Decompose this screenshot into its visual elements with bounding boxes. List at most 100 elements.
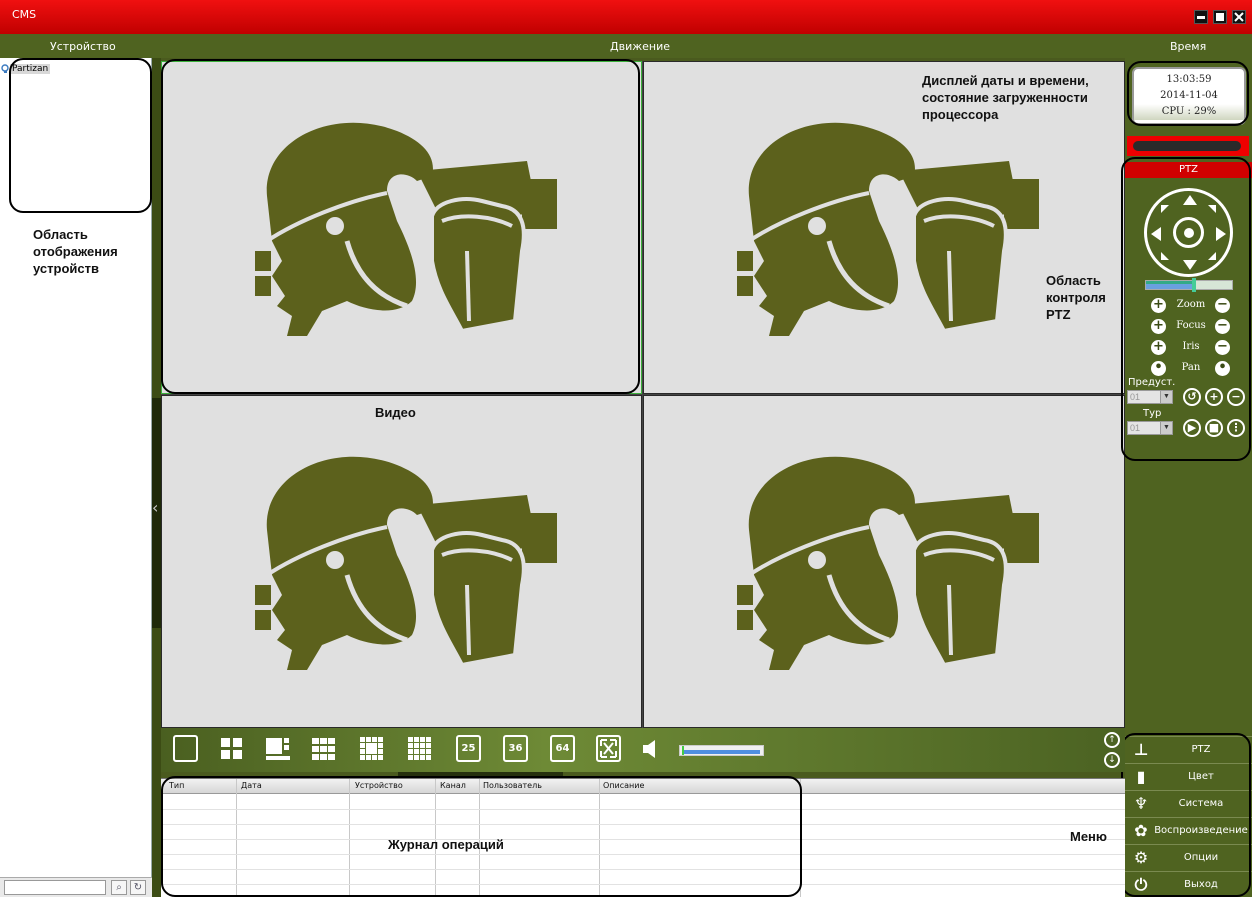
iris-row: + Iris − [1151, 338, 1231, 356]
refresh-button[interactable]: ↻ [130, 880, 146, 895]
log-column-channel[interactable]: Канал [440, 781, 466, 790]
iris-label: Iris [1182, 341, 1200, 352]
ptz-speed-slider[interactable] [1145, 278, 1233, 292]
tour-grid-button[interactable]: ⋮ [1227, 419, 1245, 437]
menu-item-system[interactable]: ♆ Система [1125, 790, 1252, 816]
log-column-description[interactable]: Описание [603, 781, 644, 790]
ptz-center-button[interactable] [1184, 228, 1194, 238]
search-button[interactable]: ⌕ [111, 880, 127, 895]
menu-item-label: Цвет [1188, 771, 1214, 782]
layout-16-button[interactable] [407, 735, 432, 762]
ptz-speed-bar[interactable] [1127, 136, 1249, 156]
grid-13-icon [360, 737, 383, 760]
close-icon [1234, 12, 1244, 22]
volume-slider[interactable] [679, 745, 764, 756]
title-bar: CMS [0, 0, 1252, 34]
menu-item-color[interactable]: ▮ Цвет [1125, 763, 1252, 789]
fullscreen-icon [600, 739, 617, 758]
layout-toolbar: 25 36 64 ↑ ↓ [161, 728, 1125, 772]
preset-add-button[interactable]: + [1205, 388, 1223, 406]
log-column-user[interactable]: Пользователь [483, 781, 542, 790]
scroll-up-button[interactable]: ↑ [1104, 732, 1120, 748]
tour-select[interactable]: 01 ▼ [1127, 421, 1173, 435]
ptz-downright-icon[interactable] [1208, 252, 1216, 260]
log-column-date[interactable]: Дата [241, 781, 262, 790]
focus-plus-button[interactable]: + [1151, 319, 1166, 334]
refresh-icon: ↻ [133, 882, 143, 893]
search-bar: ⌕ ↻ [0, 877, 152, 897]
layout-4-button[interactable] [219, 735, 244, 762]
close-button[interactable] [1232, 10, 1246, 24]
zoom-in-button[interactable]: + [1151, 298, 1166, 313]
tour-stop-button[interactable]: ■ [1205, 419, 1223, 437]
layout-6-button[interactable] [265, 735, 290, 762]
layout-25-button[interactable]: 25 [456, 735, 481, 762]
video-tile-1[interactable] [161, 61, 642, 394]
focus-row: + Focus − [1151, 317, 1231, 335]
zoom-label: Zoom [1176, 299, 1206, 310]
chevron-left-icon: ‹ [152, 498, 159, 517]
ptz-right-icon[interactable] [1216, 227, 1226, 241]
ptz-upleft-icon[interactable] [1161, 205, 1169, 213]
speaker-icon[interactable] [642, 739, 658, 759]
menu-item-playback[interactable]: ✿ Воспроизведение [1125, 817, 1252, 843]
preset-select[interactable]: 01 ▼ [1127, 390, 1173, 404]
log-column-type[interactable]: Тип [169, 781, 184, 790]
ptz-downleft-icon[interactable] [1161, 252, 1169, 260]
menu-item-ptz[interactable]: ⊥ PTZ [1125, 736, 1252, 762]
log-column-device[interactable]: Устройство [355, 781, 403, 790]
search-input[interactable] [4, 880, 106, 895]
power-icon: ⏻ [1134, 875, 1148, 894]
device-tree-item[interactable]: Partizan [10, 64, 51, 74]
right-panel: 13:03:59 2014-11-04 CPU : 29% PTZ + Zoom… [1125, 58, 1252, 897]
ptz-direction-pad[interactable] [1144, 188, 1233, 277]
ptz-upright-icon[interactable] [1208, 205, 1216, 213]
window-title: CMS [12, 8, 37, 21]
fullscreen-button[interactable] [596, 735, 621, 762]
iris-minus-button[interactable]: − [1215, 340, 1230, 355]
layout-36-button[interactable]: 36 [503, 735, 528, 762]
preset-remove-button[interactable]: − [1227, 388, 1245, 406]
device-icon [1, 64, 9, 73]
camera-placeholder-icon [237, 101, 567, 356]
preset-goto-button[interactable]: ↺ [1183, 388, 1201, 406]
iris-plus-button[interactable]: + [1151, 340, 1166, 355]
pan-left-button[interactable]: • [1151, 361, 1166, 376]
grid-16-icon [408, 737, 431, 760]
video-grid [161, 61, 1125, 728]
ptz-icon: ⊥ [1133, 740, 1149, 759]
minimize-button[interactable] [1194, 10, 1208, 24]
layout-64-button[interactable]: 64 [550, 735, 575, 762]
ptz-left-icon[interactable] [1151, 227, 1161, 241]
log-header: Тип Дата Устройство Канал Пользователь О… [161, 779, 1125, 794]
ptz-down-icon[interactable] [1183, 260, 1197, 270]
ptz-header: PTZ [1125, 162, 1252, 178]
video-tile-3[interactable] [161, 395, 642, 728]
menu-item-options[interactable]: ⚙ Опции [1125, 844, 1252, 870]
clock-date: 2014-11-04 [1160, 90, 1218, 101]
header-motion-label: Движение [610, 40, 671, 53]
layout-13-button[interactable] [359, 735, 384, 762]
layout-1-button[interactable] [173, 735, 198, 762]
header-bar: Устройство Движение Время [0, 34, 1252, 58]
ptz-up-icon[interactable] [1183, 195, 1197, 205]
options-icon: ⚙ [1133, 848, 1149, 867]
camera-placeholder-icon [237, 435, 567, 690]
pan-right-button[interactable]: • [1215, 361, 1230, 376]
scroll-down-button[interactable]: ↓ [1104, 752, 1120, 768]
video-tile-4[interactable] [643, 395, 1125, 728]
layout-9-button[interactable] [311, 735, 336, 762]
log-annotation: Журнал операций [388, 837, 504, 852]
system-icon: ♆ [1133, 794, 1149, 813]
tour-play-button[interactable]: ▶ [1183, 419, 1201, 437]
maximize-button[interactable] [1213, 10, 1227, 24]
chevron-down-icon: ▼ [1160, 391, 1172, 403]
collapse-strip: ‹ [152, 58, 161, 897]
collapse-panel-handle[interactable]: ‹ [152, 398, 161, 628]
operations-log: Тип Дата Устройство Канал Пользователь О… [161, 778, 1125, 897]
menu-item-label: Система [1178, 798, 1224, 809]
zoom-out-button[interactable]: − [1215, 298, 1230, 313]
menu-item-exit[interactable]: ⏻ Выход [1125, 871, 1252, 897]
focus-minus-button[interactable]: − [1215, 319, 1230, 334]
playback-icon: ✿ [1134, 821, 1148, 840]
